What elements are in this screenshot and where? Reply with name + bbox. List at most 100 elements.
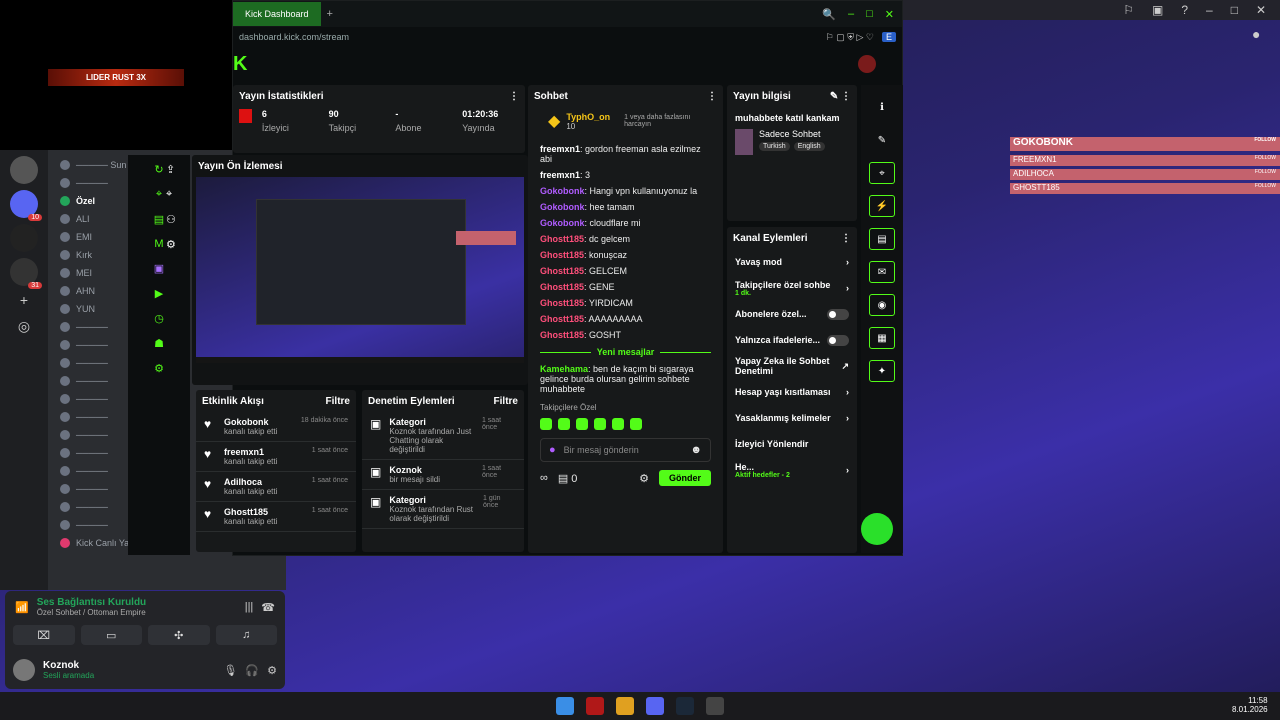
channel-action[interactable]: Yapay Zeka ile Sohbet Denetimi ↗: [727, 353, 857, 379]
clock[interactable]: 11:58 8.01.2026: [1232, 696, 1268, 714]
window-icon[interactable]: ▣: [1152, 3, 1163, 17]
moderation-item[interactable]: ▣ Kategori Koznok tarafından Just Chatting…: [362, 412, 524, 460]
tag[interactable]: English: [793, 142, 825, 151]
emote-icon[interactable]: [576, 418, 588, 430]
activity-item[interactable]: ♥ Ghostt185 kanalı takip etti 1 saat önce: [196, 502, 356, 532]
chat-bubble-icon[interactable]: ●: [1252, 26, 1260, 42]
server-icon[interactable]: [10, 156, 38, 184]
stream-preview[interactable]: [196, 177, 524, 363]
chat-message[interactable]: Gokobonk: Hangi vpn kullanıuyonuz la: [528, 183, 723, 199]
extensions-icon[interactable]: ⚐ ▢ ⛨ ▷ ♡: [826, 32, 874, 43]
app-icon[interactable]: [706, 697, 724, 715]
chat-message[interactable]: Ghostt185: konuşcaz: [528, 247, 723, 263]
activity-item[interactable]: ♥ Gokobonk kanalı takip etti 18 dakika önce: [196, 412, 356, 442]
maximize-icon[interactable]: □: [1231, 3, 1238, 17]
more-icon[interactable]: ⋮: [841, 233, 851, 244]
chat-icon[interactable]: ✉: [869, 261, 895, 283]
toggle-switch[interactable]: [827, 334, 849, 346]
scan-icon[interactable]: ⌖: [156, 188, 162, 201]
tag[interactable]: Turkish: [759, 142, 790, 151]
channel-action[interactable]: Abonelere özel...: [727, 301, 857, 327]
filter-button[interactable]: Filtre: [494, 396, 518, 407]
chat-message[interactable]: Ghostt185: AAAAAAAAA: [528, 311, 723, 327]
chat-message[interactable]: freemxn1: gordon freeman asla ezilmez ab…: [528, 141, 723, 167]
moderation-item[interactable]: ▣ Kategori Koznok tarafından Rust olarak d…: [362, 490, 524, 529]
chat-message[interactable]: Ghostt185: GELCEM: [528, 263, 723, 279]
filter-button[interactable]: Filtre: [326, 396, 350, 407]
broadcast-icon[interactable]: ◉: [869, 294, 895, 316]
channel-action[interactable]: Yavaş mod ›: [727, 249, 857, 275]
server-icon[interactable]: [10, 224, 38, 252]
server-icon[interactable]: 31: [10, 258, 42, 289]
signal-icon[interactable]: 📶: [15, 601, 29, 614]
chat-message[interactable]: freemxn1: 3: [528, 167, 723, 183]
clock-icon[interactable]: ◷: [154, 312, 164, 325]
pin-icon[interactable]: ⚐: [1123, 3, 1134, 17]
scan-icon[interactable]: ⌖: [869, 162, 895, 184]
support-button[interactable]: [861, 513, 893, 545]
gear-icon[interactable]: ⚙: [154, 362, 164, 375]
browser-tab[interactable]: Kick Dashboard: [233, 2, 321, 26]
avatar[interactable]: [13, 659, 35, 681]
send-button[interactable]: Gönder: [658, 470, 711, 486]
gift-icon[interactable]: ☗: [154, 337, 164, 350]
settings-gear-icon[interactable]: ⚙: [267, 664, 277, 677]
chat-input[interactable]: ● Bir mesaj gönderin ☻: [540, 438, 711, 462]
disconnect-icon[interactable]: ☎: [261, 601, 275, 614]
channel-action[interactable]: Takipçilere özel sohbe 1 dk. ›: [727, 275, 857, 301]
notes-icon[interactable]: ▤: [869, 228, 895, 250]
chat-message[interactable]: Gokobonk: cloudflare mi: [528, 215, 723, 231]
settings-gear-icon[interactable]: ⚙: [639, 472, 649, 485]
profile-icon[interactable]: E: [881, 32, 896, 42]
toggle-switch[interactable]: [827, 308, 849, 320]
search-icon[interactable]: 🔍: [822, 8, 836, 21]
chat-message[interactable]: Kamehama: ben de kaçım bi sıgaraya gelin…: [528, 361, 723, 397]
more-icon[interactable]: ⋮: [707, 91, 717, 102]
edit-icon[interactable]: ✎ ⋮: [830, 91, 851, 102]
play-icon[interactable]: ▶: [155, 287, 163, 300]
more-icon[interactable]: ⋮: [509, 91, 519, 102]
camera-button[interactable]: ⌧: [13, 625, 75, 645]
points-icon[interactable]: ∞: [540, 472, 548, 484]
chat-message[interactable]: Ghostt185: dc gelcem: [528, 231, 723, 247]
info-icon[interactable]: ℹ: [869, 96, 895, 118]
soundboard-button[interactable]: ♫: [215, 625, 277, 645]
upload-icon[interactable]: ⇪: [166, 163, 176, 176]
m-icon[interactable]: M: [154, 238, 163, 250]
screenshare-button[interactable]: ▭: [80, 625, 142, 645]
emote-icon[interactable]: [558, 418, 570, 430]
card-icon[interactable]: ▦: [869, 327, 895, 349]
minimize-icon[interactable]: –: [1206, 3, 1213, 17]
emote-icon[interactable]: [540, 418, 552, 430]
chat-message[interactable]: Ghostt185: GOSHT: [528, 327, 723, 343]
new-tab-icon[interactable]: +: [327, 8, 333, 20]
activity-item[interactable]: ♥ freemxn1 kanalı takip etti 1 saat önce: [196, 442, 356, 472]
steam-icon[interactable]: [676, 697, 694, 715]
add-server-icon[interactable]: +: [0, 292, 48, 308]
close-icon[interactable]: ✕: [885, 8, 894, 21]
gear-icon[interactable]: ⚙: [166, 238, 176, 251]
help-icon[interactable]: ?: [1181, 3, 1188, 17]
scan-icon[interactable]: ⌖: [166, 188, 176, 201]
start-icon[interactable]: [556, 697, 574, 715]
server-icon[interactable]: 10: [10, 190, 42, 221]
discord-icon[interactable]: [646, 697, 664, 715]
channel-action[interactable]: Hesap yaşı kısıtlaması ›: [727, 379, 857, 405]
emote-icon[interactable]: [630, 418, 642, 430]
mic-icon[interactable]: ●: [549, 444, 556, 456]
refresh-icon[interactable]: ↻: [154, 163, 163, 176]
edit-icon[interactable]: ✎: [869, 129, 895, 151]
minimize-icon[interactable]: –: [848, 8, 854, 20]
channel-action[interactable]: Yalnızca ifadelerie...: [727, 327, 857, 353]
channel-action[interactable]: Yasaklanmış kelimeler ›: [727, 405, 857, 431]
activity-button[interactable]: ✣: [148, 625, 210, 645]
activity-item[interactable]: ♥ Adilhoca kanalı takip etti 1 saat önce: [196, 472, 356, 502]
avatar[interactable]: [858, 55, 876, 73]
explore-icon[interactable]: ◎: [0, 318, 48, 335]
maximize-icon[interactable]: □: [866, 8, 873, 20]
noise-icon[interactable]: |||: [245, 601, 254, 613]
headphones-icon[interactable]: 🎧: [245, 664, 259, 677]
emote-icon[interactable]: [612, 418, 624, 430]
address-bar[interactable]: dashboard.kick.com/stream: [239, 32, 349, 42]
chat-message[interactable]: Ghostt185: YIRDICAM: [528, 295, 723, 311]
